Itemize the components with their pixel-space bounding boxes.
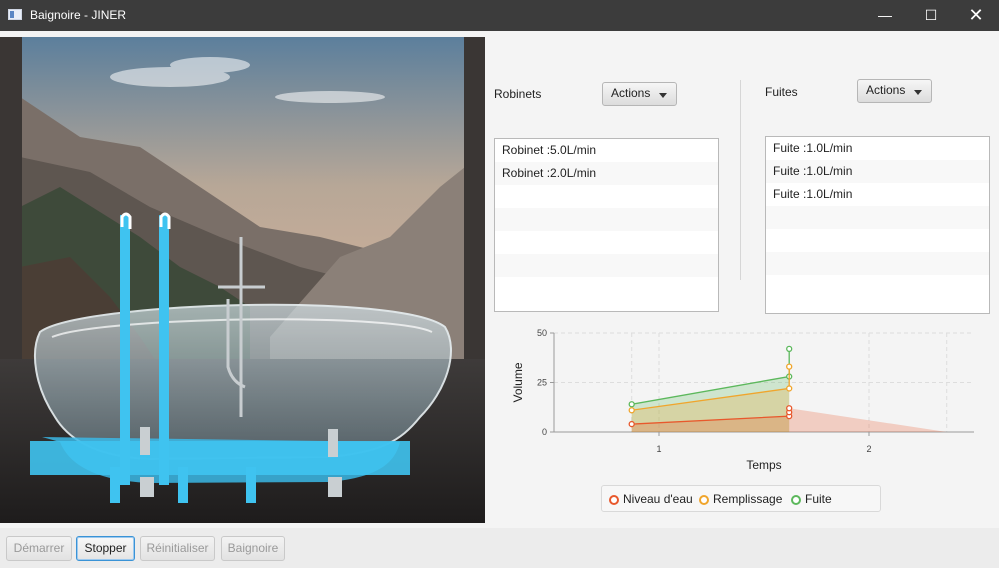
leaks-list[interactable]: Fuite :1.0L/min Fuite :1.0L/min Fuite :1… (765, 136, 990, 314)
list-item[interactable] (495, 254, 718, 277)
legend-label: Fuite (805, 492, 832, 506)
leaks-actions-label: Actions (866, 83, 906, 97)
list-item[interactable] (766, 206, 989, 229)
legend-marker (791, 495, 801, 505)
legend-marker (699, 495, 709, 505)
legend-item-water-level: Niveau d'eau (609, 492, 693, 506)
window-title: Baignoire - JINER (30, 8, 127, 22)
bathtub-illustration (0, 37, 485, 523)
list-item[interactable]: Fuite :1.0L/min (766, 183, 989, 206)
list-item[interactable] (766, 229, 989, 252)
list-item[interactable]: Fuite :1.0L/min (766, 137, 989, 160)
data-point (786, 385, 793, 392)
taps-actions-label: Actions (611, 86, 651, 100)
leaks-actions-button[interactable]: Actions (857, 79, 932, 103)
list-item[interactable]: Robinet :2.0L/min (495, 162, 718, 185)
legend-label: Niveau d'eau (623, 492, 693, 506)
close-icon[interactable]: ✕ (953, 0, 999, 31)
list-item[interactable] (766, 252, 989, 275)
chevron-down-icon (659, 93, 667, 98)
leaks-label: Fuites (765, 85, 798, 99)
data-point (786, 345, 793, 352)
list-item[interactable] (495, 277, 718, 300)
taps-actions-button[interactable]: Actions (602, 82, 677, 106)
section-divider (740, 80, 741, 280)
chart-legend: Niveau d'eau Remplissage Fuite (601, 485, 881, 512)
reset-button[interactable]: Réinitialiser (140, 536, 215, 561)
data-point (786, 363, 793, 370)
y-tick-label: 50 (537, 328, 547, 338)
y-tick-label: 25 (537, 378, 547, 388)
taps-label: Robinets (494, 87, 542, 101)
x-tick-label: 2 (866, 444, 871, 454)
data-point (628, 407, 635, 414)
list-item[interactable] (495, 185, 718, 208)
y-axis-label: Volume (511, 362, 525, 402)
maximize-icon[interactable]: ☐ (908, 0, 954, 31)
y-tick-label: 0 (542, 427, 547, 437)
legend-label: Remplissage (713, 492, 783, 506)
list-item[interactable] (766, 275, 989, 298)
legend-item-filling: Remplissage (699, 492, 782, 506)
data-point (628, 420, 635, 428)
title-bar: Baignoire - JINER — ☐ ✕ (0, 0, 999, 31)
list-item[interactable] (495, 208, 718, 231)
stop-button[interactable]: Stopper (76, 536, 135, 561)
x-tick-label: 1 (656, 444, 661, 454)
chevron-down-icon (914, 90, 922, 95)
bathtub-button[interactable]: Baignoire (221, 536, 285, 561)
legend-item-leak: Fuite (791, 492, 832, 506)
taps-list[interactable]: Robinet :5.0L/min Robinet :2.0L/min (494, 138, 719, 312)
legend-marker (609, 495, 619, 505)
app-icon (8, 9, 22, 20)
data-point (628, 401, 635, 408)
start-button[interactable]: Démarrer (6, 536, 72, 561)
minimize-icon[interactable]: — (862, 0, 908, 31)
x-axis-label: Temps (746, 458, 781, 472)
volume-chart: 0 25 50 1 2 Temps Volume (511, 328, 974, 472)
list-item[interactable]: Robinet :5.0L/min (495, 139, 718, 162)
bathtub-scene (0, 37, 485, 523)
list-item[interactable] (495, 231, 718, 254)
list-item[interactable]: Fuite :1.0L/min (766, 160, 989, 183)
data-point (786, 405, 793, 412)
